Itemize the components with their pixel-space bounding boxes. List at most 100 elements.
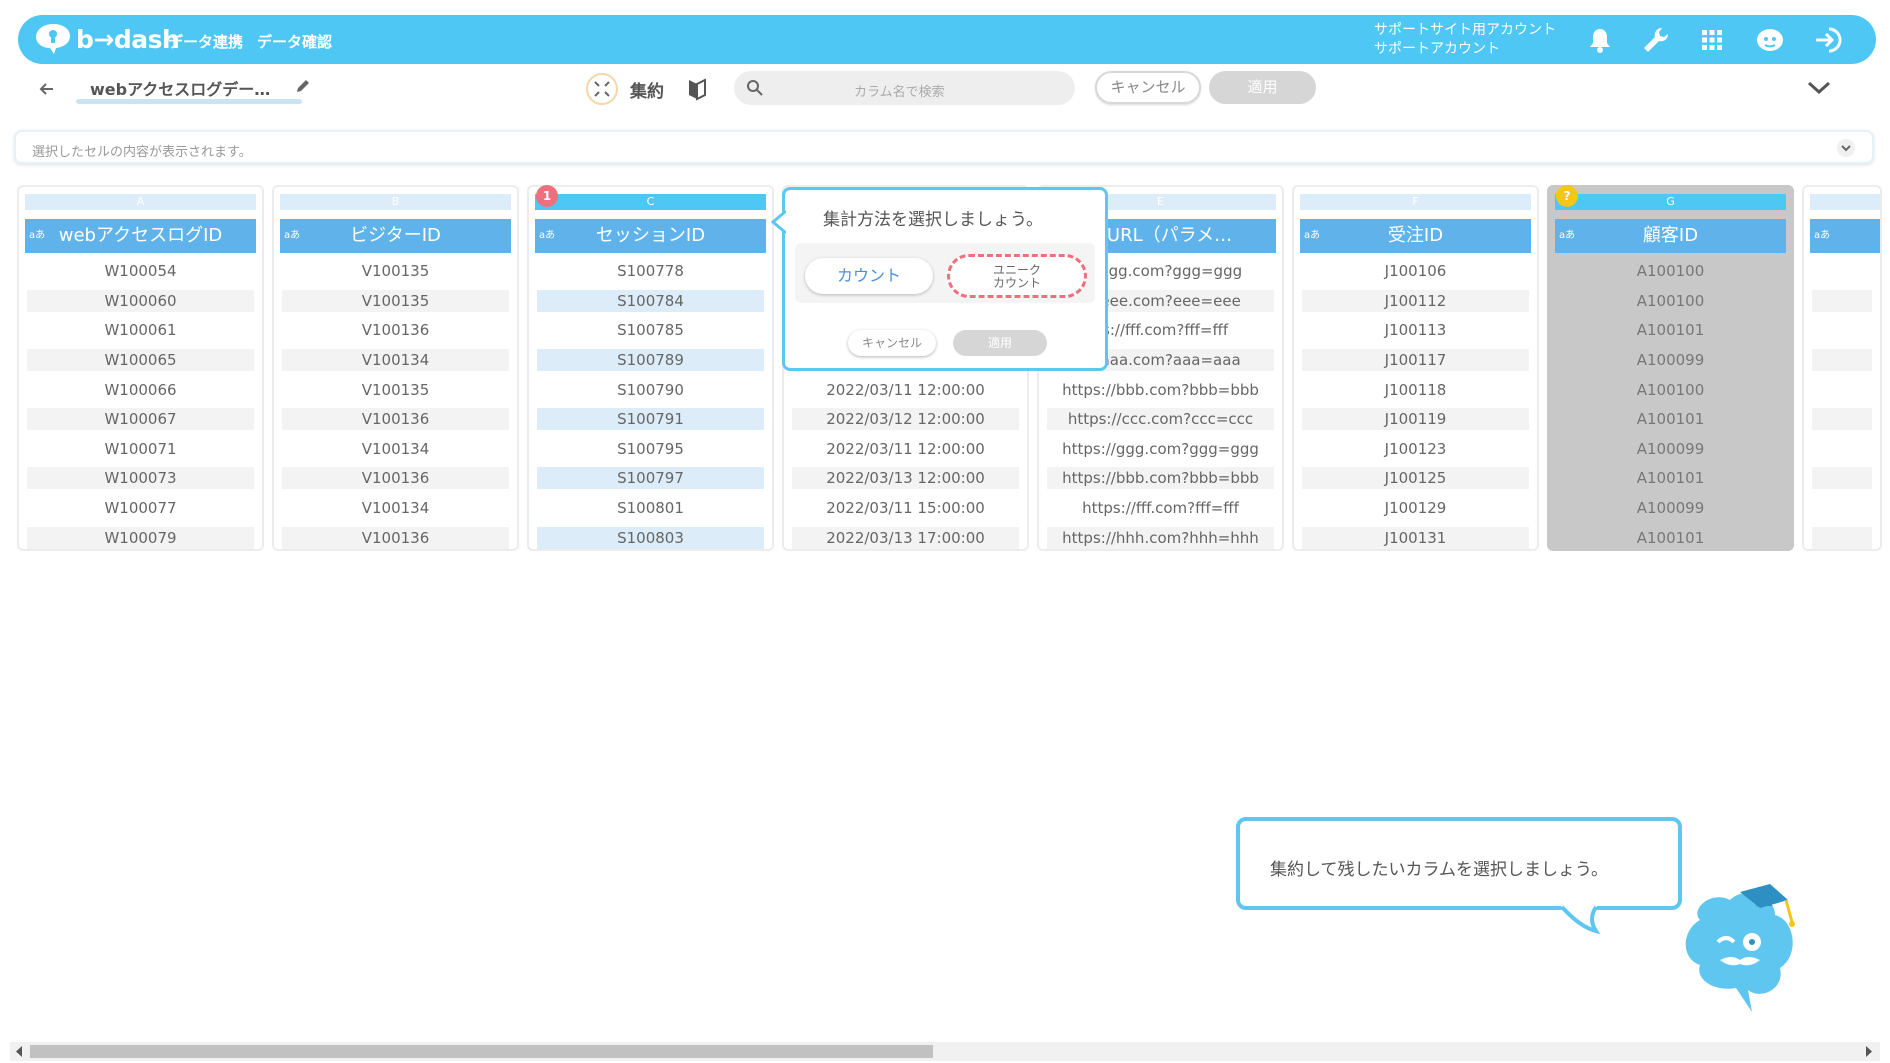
table-cell[interactable]: S100791	[537, 408, 764, 430]
table-cell[interactable]: https://fff.com?fff=fff	[1047, 497, 1274, 519]
table-cell[interactable]: V100136	[282, 408, 509, 430]
popup-cancel-button[interactable]: キャンセル	[848, 330, 936, 356]
table-cell[interactable]	[1812, 438, 1872, 460]
table-cell[interactable]: https://bbb.com?bbb=bbb	[1047, 467, 1274, 489]
table-cell[interactable]: W100061	[27, 319, 254, 341]
column-header[interactable]: aあ 受注ID	[1300, 219, 1531, 253]
back-arrow-icon[interactable]	[38, 80, 56, 98]
table-cell[interactable]: S100801	[537, 497, 764, 519]
table-cell[interactable]: V100136	[282, 467, 509, 489]
unique-count-button[interactable]: ユニーク カウント	[947, 254, 1087, 298]
column-header[interactable]: aあ ビジターID	[280, 219, 511, 253]
table-cell[interactable]: S100797	[537, 467, 764, 489]
table-cell[interactable]: W100079	[27, 527, 254, 549]
pencil-icon[interactable]	[294, 77, 312, 95]
table-cell[interactable]: A100100	[1557, 260, 1784, 282]
scrollbar-thumb[interactable]	[30, 1045, 933, 1058]
cell-content-bar[interactable]: 選択したセルの内容が表示されます。	[14, 130, 1874, 164]
table-cell[interactable]: W100073	[27, 467, 254, 489]
table-cell[interactable]	[1812, 349, 1872, 371]
table-cell[interactable]: J100125	[1302, 467, 1529, 489]
popup-apply-button[interactable]: 適用	[953, 330, 1047, 356]
table-cell[interactable]: https://ccc.com?ccc=ccc	[1047, 408, 1274, 430]
table-cell[interactable]: J100113	[1302, 319, 1529, 341]
table-cell[interactable]: W100066	[27, 379, 254, 401]
table-cell[interactable]	[1812, 319, 1872, 341]
table-cell[interactable]: J100119	[1302, 408, 1529, 430]
table-cell[interactable]: V100134	[282, 438, 509, 460]
table-cell[interactable]: W100071	[27, 438, 254, 460]
table-cell[interactable]	[1812, 408, 1872, 430]
table-cell[interactable]: V100134	[282, 497, 509, 519]
table-cell[interactable]	[1812, 467, 1872, 489]
logo[interactable]: b→dash	[34, 22, 180, 56]
column-header[interactable]: aあ webアクセスログID	[25, 219, 256, 253]
mascot-icon[interactable]	[1754, 24, 1786, 56]
horizontal-scrollbar[interactable]	[10, 1042, 1880, 1061]
bell-icon[interactable]	[1584, 24, 1616, 56]
table-cell[interactable]: J100118	[1302, 379, 1529, 401]
table-cell[interactable]: W100065	[27, 349, 254, 371]
table-cell[interactable]: 2022/03/11 12:00:00	[792, 438, 1019, 460]
table-cell[interactable]: A100099	[1557, 438, 1784, 460]
table-cell[interactable]: 2022/03/13 12:00:00	[792, 467, 1019, 489]
table-cell[interactable]: J100112	[1302, 290, 1529, 312]
table-cell[interactable]: A100100	[1557, 379, 1784, 401]
table-cell[interactable]: J100117	[1302, 349, 1529, 371]
data-column[interactable]: Aaあ webアクセスログID W100054 W100060 W100061 W1000…	[17, 185, 264, 551]
table-cell[interactable]: A100101	[1557, 319, 1784, 341]
table-cell[interactable]: A100101	[1557, 408, 1784, 430]
table-cell[interactable]: A100099	[1557, 497, 1784, 519]
table-cell[interactable]	[1812, 290, 1872, 312]
account-info[interactable]: サポートサイト用アカウント サポートアカウント	[1374, 21, 1556, 59]
data-column[interactable]: Baあ ビジターID V100135 V100135 V100136 V100134 V10…	[272, 185, 519, 551]
table-cell[interactable]: A100100	[1557, 290, 1784, 312]
table-cell[interactable]: S100789	[537, 349, 764, 371]
table-cell[interactable]: https://ggg.com?ggg=ggg	[1047, 438, 1274, 460]
column-header[interactable]: aあ セッションID	[535, 219, 766, 253]
table-cell[interactable]: W100067	[27, 408, 254, 430]
scroll-left-icon[interactable]	[14, 1046, 24, 1057]
table-cell[interactable]: S100803	[537, 527, 764, 549]
table-cell[interactable]: 2022/03/11 15:00:00	[792, 497, 1019, 519]
chevron-down-icon[interactable]	[1806, 79, 1832, 97]
column-search-input[interactable]: カラム名で検索	[734, 71, 1075, 105]
nav-data-check[interactable]: データ確認	[257, 31, 332, 52]
column-header[interactable]: aあ	[1810, 219, 1880, 253]
table-cell[interactable]: S100785	[537, 319, 764, 341]
data-column[interactable]: Caあ セッションID S100778 S100784 S100785 S100789 S1…	[527, 185, 774, 551]
table-cell[interactable]: 2022/03/11 12:00:00	[792, 379, 1019, 401]
table-cell[interactable]: V100135	[282, 260, 509, 282]
toolbar-apply-button[interactable]: 適用	[1209, 71, 1316, 104]
scroll-right-icon[interactable]	[1864, 1046, 1874, 1057]
table-cell[interactable]: S100784	[537, 290, 764, 312]
table-cell[interactable]: J100129	[1302, 497, 1529, 519]
table-cell[interactable]: J100123	[1302, 438, 1529, 460]
data-column[interactable]: Faあ 受注ID J100106 J100112 J100113 J100117 J1001…	[1292, 185, 1539, 551]
table-cell[interactable]: https://hhh.com?hhh=hhh	[1047, 527, 1274, 549]
table-cell[interactable]: J100106	[1302, 260, 1529, 282]
table-cell[interactable]: S100795	[537, 438, 764, 460]
table-cell[interactable]: 2022/03/13 17:00:00	[792, 527, 1019, 549]
table-cell[interactable]: V100135	[282, 290, 509, 312]
table-cell[interactable]: V100136	[282, 319, 509, 341]
table-cell[interactable]	[1812, 379, 1872, 401]
table-cell[interactable]: https://bbb.com?bbb=bbb	[1047, 379, 1274, 401]
table-cell[interactable]: S100778	[537, 260, 764, 282]
data-column[interactable]: aあ	[1802, 185, 1882, 551]
table-cell[interactable]	[1812, 260, 1872, 282]
grid-icon[interactable]	[1696, 24, 1728, 56]
data-column[interactable]: Gaあ 顧客ID A100100 A100100 A100101 A100099 A1001…	[1547, 185, 1794, 551]
beginner-mark-icon[interactable]	[686, 77, 708, 101]
table-cell[interactable]: J100131	[1302, 527, 1529, 549]
table-cell[interactable]: V100135	[282, 379, 509, 401]
cellbar-chevron-icon[interactable]	[1836, 138, 1856, 158]
column-header[interactable]: aあ 顧客ID	[1555, 219, 1786, 253]
toolbar-cancel-button[interactable]: キャンセル	[1095, 71, 1201, 104]
table-cell[interactable]: S100790	[537, 379, 764, 401]
table-cell[interactable]: A100101	[1557, 467, 1784, 489]
table-cell[interactable]: A100101	[1557, 527, 1784, 549]
table-cell[interactable]: W100077	[27, 497, 254, 519]
table-cell[interactable]: A100099	[1557, 349, 1784, 371]
table-cell[interactable]: W100060	[27, 290, 254, 312]
